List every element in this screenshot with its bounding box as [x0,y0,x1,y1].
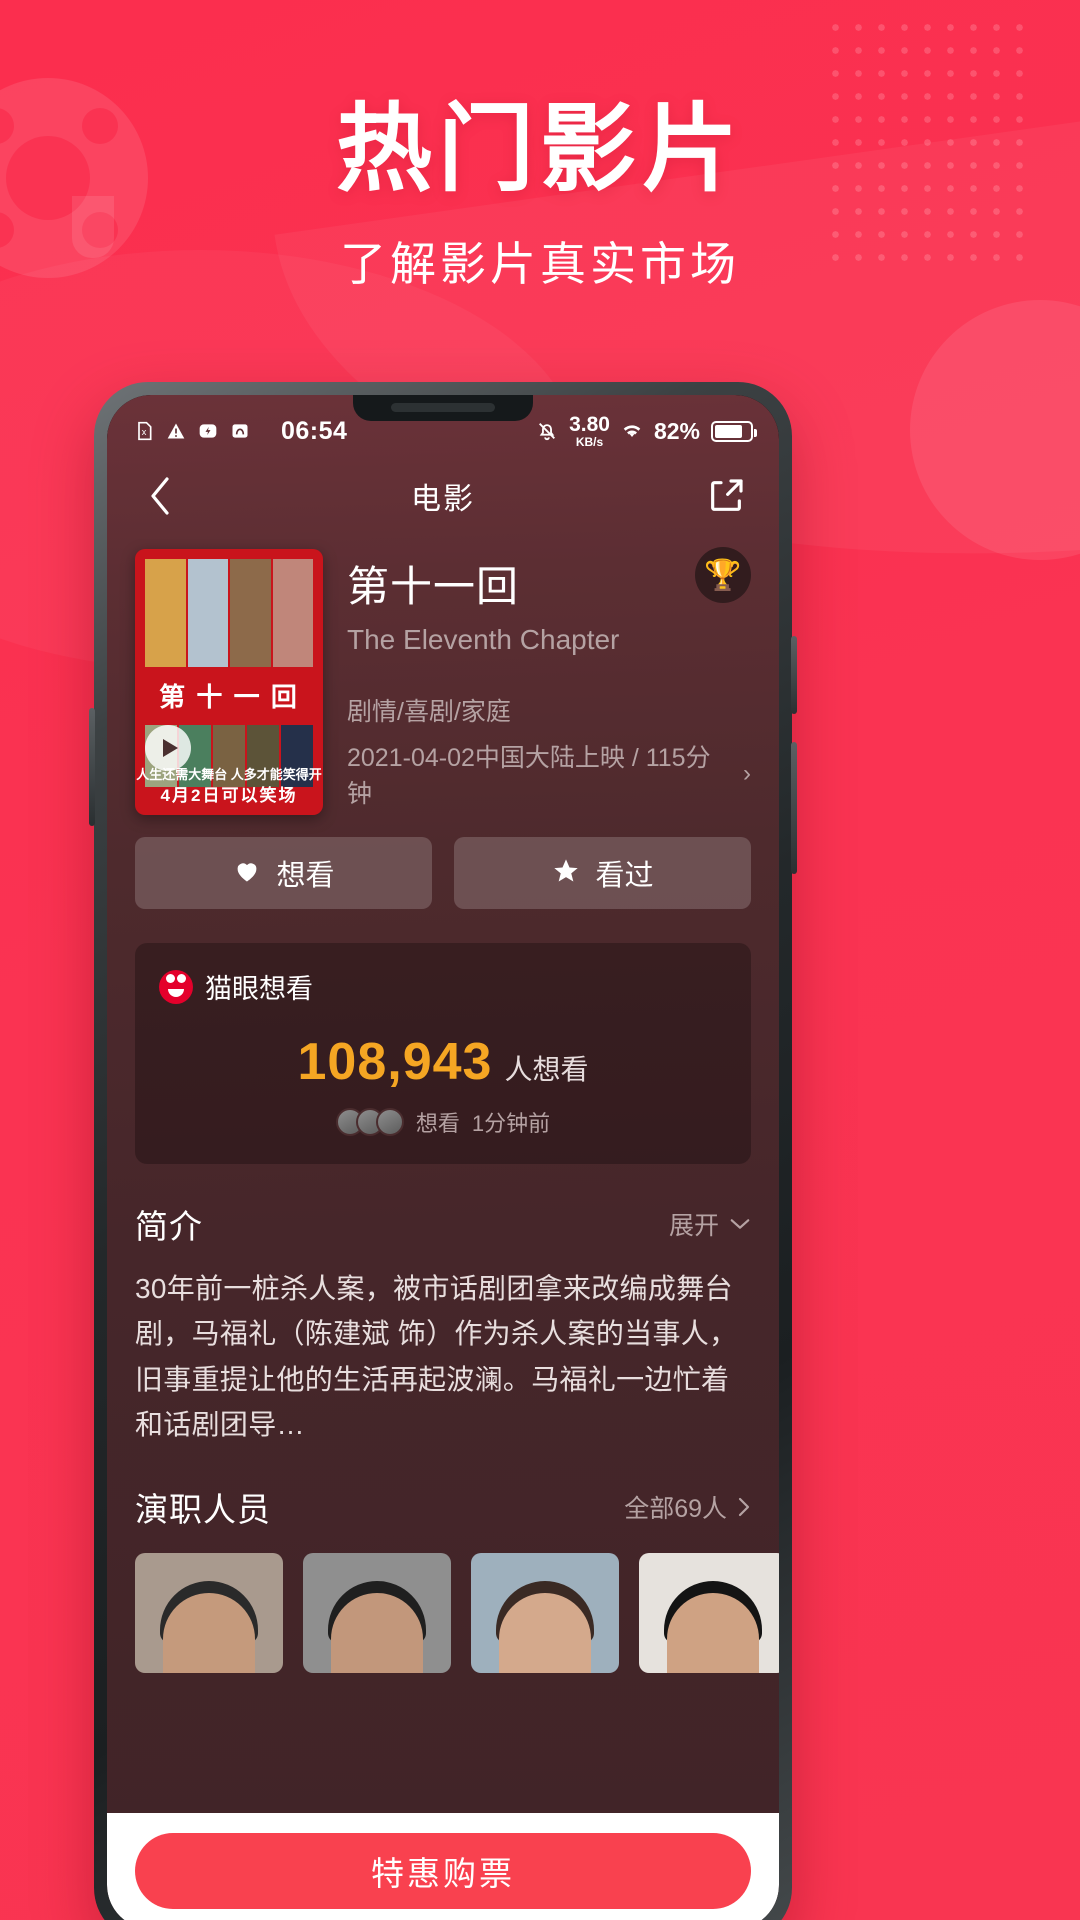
app-screen: x 06:54 3.80 KB/s 82% 电影 第 十 一 回 人生还需大舞台… [107,395,779,1920]
movie-genre: 剧情/喜剧/家庭 [347,698,511,726]
chevron-down-icon [730,1219,750,1229]
scroll-content[interactable]: 第 十 一 回 人生还需大舞台 人多才能笑得开 4月2日可以笑场 第十一回 Th… [107,539,779,1920]
bell-off-icon [536,420,558,442]
poster-top-strip [145,559,313,667]
flash-icon [197,420,219,442]
network-speed: 3.80 KB/s [569,414,610,448]
wish-footer-time: 1分钟前 [471,1111,551,1136]
phone-power-button [791,742,797,874]
phone-mockup: x 06:54 3.80 KB/s 82% 电影 第 十 一 回 人生还需大舞台… [89,382,797,1920]
hero-section: 热门影片 了解影片真实市场 [0,96,1080,294]
network-speed-value: 3.80 [569,413,610,436]
synopsis-title: 简介 [135,1208,203,1245]
wish-card-header: 猫眼想看 [159,967,727,1006]
star-icon [551,857,581,890]
want-to-watch-button[interactable]: 想看 [135,837,432,909]
wish-card-footer: 想看 1分钟前 [159,1106,727,1138]
heart-icon [232,857,262,890]
hero-subtitle: 了解影片真实市场 [340,237,740,290]
cast-list[interactable] [107,1553,779,1674]
share-button[interactable] [701,471,751,521]
wish-count-unit: 人想看 [504,1054,589,1085]
maoyan-logo-icon [159,969,193,1004]
battery-percent: 82% [653,417,700,444]
hero-title: 热门影片 [336,96,744,203]
movie-header: 第 十 一 回 人生还需大舞台 人多才能笑得开 4月2日可以笑场 第十一回 Th… [107,539,779,815]
phone-screen-bezel: x 06:54 3.80 KB/s 82% 电影 第 十 一 回 人生还需大舞台… [107,395,779,1920]
watched-label: 看过 [595,860,654,892]
movie-info: 第十一回 The Eleventh Chapter 剧情/喜剧/家庭 2021-… [347,549,751,815]
wish-count-row: 108,943 人想看 [159,1032,727,1092]
movie-release-info: 2021-04-02中国大陆上映 / 115分钟 [347,744,711,808]
movie-english-title: The Eleventh Chapter [347,624,620,655]
buy-ticket-button[interactable]: 特惠购票 [135,1833,751,1909]
cast-section: 演职人员 全部69人 [107,1447,779,1531]
cast-member-4[interactable] [639,1553,779,1674]
network-speed-unit: KB/s [575,435,604,449]
poster-title-text: 第 十 一 回 [159,681,299,712]
wish-footer-label: 想看 [415,1111,460,1136]
poster-caption-line2: 4月2日可以笑场 [160,786,298,806]
avatar-group [335,1108,404,1136]
poster-caption: 人生还需大舞台 人多才能笑得开 4月2日可以笑场 [135,766,323,809]
synopsis-expand-label: 展开 [668,1212,719,1240]
wifi-icon [621,420,643,442]
trophy-icon[interactable]: 🏆 [695,547,751,603]
phone-earpiece [391,403,495,412]
synopsis-header: 简介 展开 [135,1200,751,1248]
phone-side-button-left [89,708,95,826]
status-bar-right: 3.80 KB/s 82% [536,414,757,448]
watched-button[interactable]: 看过 [454,837,751,909]
page-title: 电影 [411,483,475,516]
synopsis-section: 简介 展开 30年前一桩杀人案，被市话剧团拿来改编成舞台剧，马福礼（陈建斌 饰）… [107,1164,779,1447]
svg-text:x: x [142,427,147,437]
bottom-action-bar: 特惠购票 [107,1813,779,1920]
warning-icon [165,420,187,442]
synopsis-text: 30年前一桩杀人案，被市话剧团拿来改编成舞台剧，马福礼（陈建斌 饰）作为杀人案的… [135,1273,738,1441]
cast-header: 演职人员 全部69人 [135,1483,751,1531]
synopsis-expand-button[interactable]: 展开 [669,1206,751,1242]
movie-release-row[interactable]: 2021-04-02中国大陆上映 / 115分钟 › [347,738,751,810]
want-to-watch-label: 想看 [276,860,335,892]
cast-more-label: 全部69人 [624,1495,727,1524]
cast-more-button[interactable]: 全部69人 [624,1489,751,1525]
back-button[interactable] [135,471,185,521]
cast-title: 演职人员 [135,1491,271,1529]
wish-count-card[interactable]: 猫眼想看 108,943 人想看 想看 1分钟前 [135,943,751,1164]
battery-icon [711,420,757,442]
cast-member-2[interactable] [303,1553,451,1674]
play-icon[interactable] [145,725,191,771]
wallet-icon [229,420,251,442]
wish-count-value: 108,943 [297,1033,493,1091]
action-buttons: 想看 看过 [107,815,779,909]
cast-member-3[interactable] [471,1553,619,1674]
status-clock: 06:54 [281,416,348,445]
chevron-right-icon: › [743,760,751,787]
movie-title: 第十一回 [347,563,520,610]
chevron-right-icon [738,1498,750,1517]
phone-volume-button [791,636,797,714]
movie-poster[interactable]: 第 十 一 回 人生还需大舞台 人多才能笑得开 4月2日可以笑场 [135,549,323,815]
wish-card-title: 猫眼想看 [205,974,313,1004]
status-bar-left-icons: x 06:54 [133,417,347,446]
sim-off-icon: x [133,420,155,442]
nav-bar: 电影 [107,453,779,539]
cast-member-1[interactable] [135,1553,283,1674]
